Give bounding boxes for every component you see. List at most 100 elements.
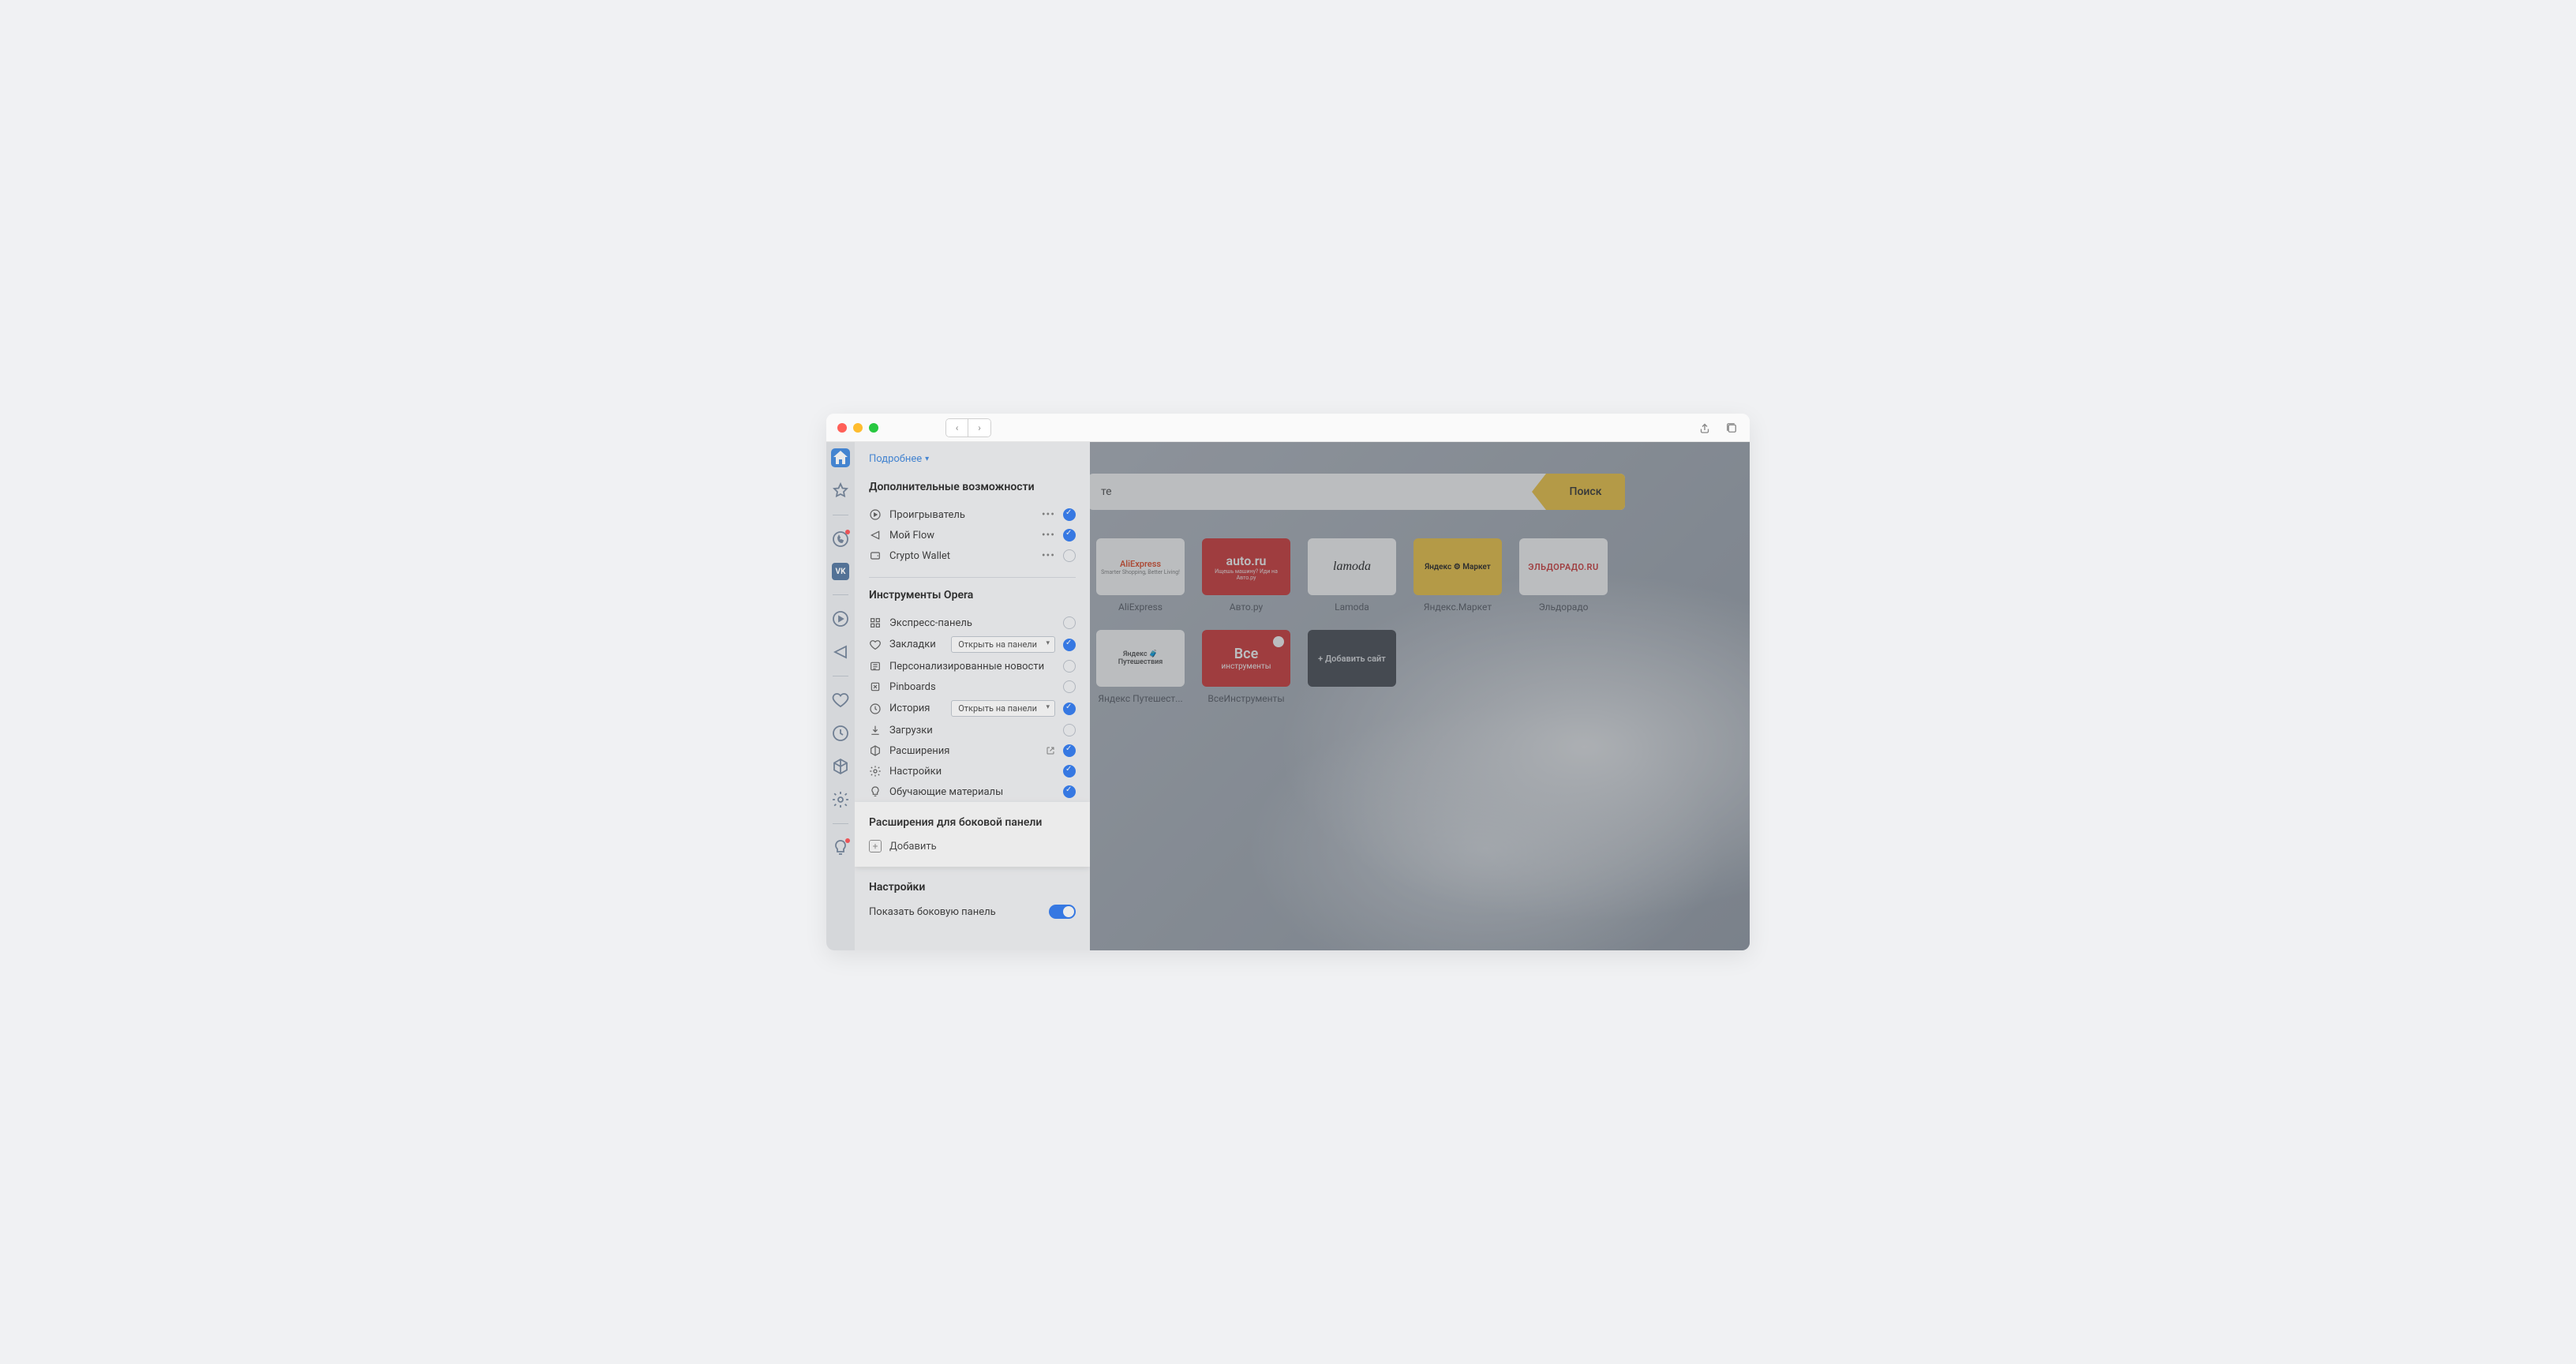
sidebar-history-icon[interactable] [831, 724, 850, 743]
tile-label: Яндекс Путешест... [1098, 693, 1182, 704]
show-sidebar-toggle-row: Показать боковую панель [869, 905, 1076, 919]
titlebar: ‹ › [826, 414, 1750, 442]
player-icon [869, 508, 882, 521]
toggle-check[interactable] [1063, 680, 1076, 693]
toggle-check[interactable] [1063, 765, 1076, 778]
settings-section: Настройки Показать боковую панель [855, 867, 1090, 919]
tile-yandex-travel[interactable]: Яндекс 🧳 Путешествия Яндекс Путешест... [1096, 630, 1185, 704]
tool-label: Обучающие материалы [889, 786, 1055, 798]
tool-row-downloads[interactable]: Загрузки [869, 720, 1076, 740]
workspace: VK Подробнее Дополнительные возможности … [826, 442, 1750, 950]
tool-row-learning[interactable]: Обучающие материалы [869, 781, 1076, 802]
nav-buttons: ‹ › [945, 418, 991, 437]
tile-logo: Все [1234, 646, 1259, 662]
sidebar-settings-icon[interactable] [831, 790, 850, 809]
tile-sub: инструменты [1222, 662, 1271, 671]
sidebar-flow-icon[interactable] [831, 643, 850, 661]
toggle-check[interactable] [1063, 508, 1076, 521]
tool-row-pinboards[interactable]: Pinboards [869, 676, 1076, 697]
more-dots[interactable]: ••• [1042, 508, 1055, 521]
toggle-check[interactable] [1063, 616, 1076, 629]
tile-aliexpress[interactable]: AliExpressSmarter Shopping, Better Livin… [1096, 538, 1185, 613]
toggle-check[interactable] [1063, 660, 1076, 673]
bulb-icon [869, 785, 882, 798]
tool-label: Экспресс-панель [889, 617, 1055, 629]
extras-label: Мой Flow [889, 530, 1034, 541]
sidebar-cube-icon[interactable] [831, 757, 850, 776]
sidebar-home-icon[interactable] [831, 448, 850, 467]
tool-row-extensions[interactable]: Расширения [869, 740, 1076, 761]
tile-autoru[interactable]: auto.ruИщешь машину? Иди на Авто.ру Авто… [1202, 538, 1290, 613]
tile-yandex-market[interactable]: Яндекс ⚙ Маркет Яндекс.Маркет [1413, 538, 1502, 613]
toggle-check[interactable] [1063, 529, 1076, 541]
sidebar-vk-icon[interactable]: VK [832, 563, 849, 580]
open-mode-select[interactable]: Открыть на панели [951, 636, 1055, 653]
add-extension-button[interactable]: + Добавить [869, 840, 1076, 852]
maximize-window-button[interactable] [869, 423, 878, 433]
nav-forward-button[interactable]: › [968, 419, 990, 437]
search-button[interactable]: Поиск [1546, 474, 1625, 510]
flow-icon [869, 529, 882, 541]
share-icon[interactable] [1698, 421, 1712, 435]
history-icon [869, 703, 882, 715]
tile-eldorado[interactable]: ЭЛЬДОРАДО.RU Эльдорадо [1519, 538, 1608, 613]
heart-icon [869, 639, 882, 651]
tool-row-express[interactable]: Экспресс-панель [869, 613, 1076, 633]
nav-back-button[interactable]: ‹ [946, 419, 968, 437]
tool-row-bookmarks[interactable]: Закладки Открыть на панели [869, 633, 1076, 656]
close-window-button[interactable] [837, 423, 847, 433]
external-link-icon [1046, 746, 1055, 755]
tile-logo: Яндекс 🧳 Путешествия [1096, 630, 1185, 687]
toggle-check[interactable] [1063, 639, 1076, 651]
pinboard-icon [869, 680, 882, 693]
sidebar-settings-panel: Подробнее Дополнительные возможности Про… [855, 442, 1090, 950]
more-link[interactable]: Подробнее [869, 453, 1076, 465]
search-input[interactable]: те [1088, 474, 1546, 510]
tile-logo: lamoda [1308, 538, 1396, 595]
extras-row-crypto[interactable]: Crypto Wallet ••• [869, 545, 1076, 566]
section-settings-title: Настройки [869, 881, 1076, 894]
tool-label: История [889, 703, 943, 714]
tile-label: Яндекс.Маркет [1424, 601, 1492, 613]
section-ext-panel-title: Расширения для боковой панели [869, 816, 1076, 829]
brand-dot [1273, 636, 1284, 647]
show-sidebar-label: Показать боковую панель [869, 906, 996, 918]
tile-label: Эльдорадо [1539, 601, 1589, 613]
wallet-icon [869, 549, 882, 562]
sidebar-heart-icon[interactable] [831, 691, 850, 710]
more-dots[interactable]: ••• [1042, 529, 1055, 541]
sidebar-strip: VK [826, 442, 855, 950]
tool-row-news[interactable]: Персонализированные новости [869, 656, 1076, 676]
section-extras-title: Дополнительные возможности [869, 481, 1076, 493]
tool-row-settings[interactable]: Настройки [869, 761, 1076, 781]
tool-label: Персонализированные новости [889, 661, 1055, 673]
tile-vseinstrumenty[interactable]: Всеинструменты ВсеИнструменты [1202, 630, 1290, 704]
sidebar-bookmarks-icon[interactable] [831, 482, 850, 500]
tile-label: Авто.ру [1230, 601, 1264, 613]
tile-add-site[interactable]: + Добавить сайт [1308, 630, 1396, 704]
tool-label: Настройки [889, 766, 1055, 778]
sidebar-whatsapp-icon[interactable] [831, 530, 850, 549]
sidebar-player-icon[interactable] [831, 609, 850, 628]
toggle-check[interactable] [1063, 703, 1076, 715]
show-sidebar-toggle[interactable] [1049, 905, 1076, 919]
toggle-check[interactable] [1063, 549, 1076, 562]
minimize-window-button[interactable] [853, 423, 863, 433]
toggle-check[interactable] [1063, 785, 1076, 798]
tile-sub: Ищешь машину? Иди на Авто.ру [1207, 568, 1286, 581]
extras-row-player[interactable]: Проигрыватель ••• [869, 504, 1076, 525]
tool-row-history[interactable]: История Открыть на панели [869, 697, 1076, 720]
toggle-check[interactable] [1063, 744, 1076, 757]
more-dots[interactable]: ••• [1042, 549, 1055, 562]
tile-logo: Яндекс ⚙ Маркет [1413, 538, 1502, 595]
titlebar-actions [1698, 421, 1739, 435]
extras-row-flow[interactable]: Мой Flow ••• [869, 525, 1076, 545]
tile-sub: Smarter Shopping, Better Living! [1101, 569, 1180, 575]
sidebar-tip-icon[interactable] [831, 838, 850, 857]
express-icon [869, 616, 882, 629]
tabs-icon[interactable] [1724, 421, 1739, 435]
open-mode-select[interactable]: Открыть на панели [951, 700, 1055, 717]
tile-lamoda[interactable]: lamoda Lamoda [1308, 538, 1396, 613]
toggle-check[interactable] [1063, 724, 1076, 736]
gear-icon [869, 765, 882, 778]
